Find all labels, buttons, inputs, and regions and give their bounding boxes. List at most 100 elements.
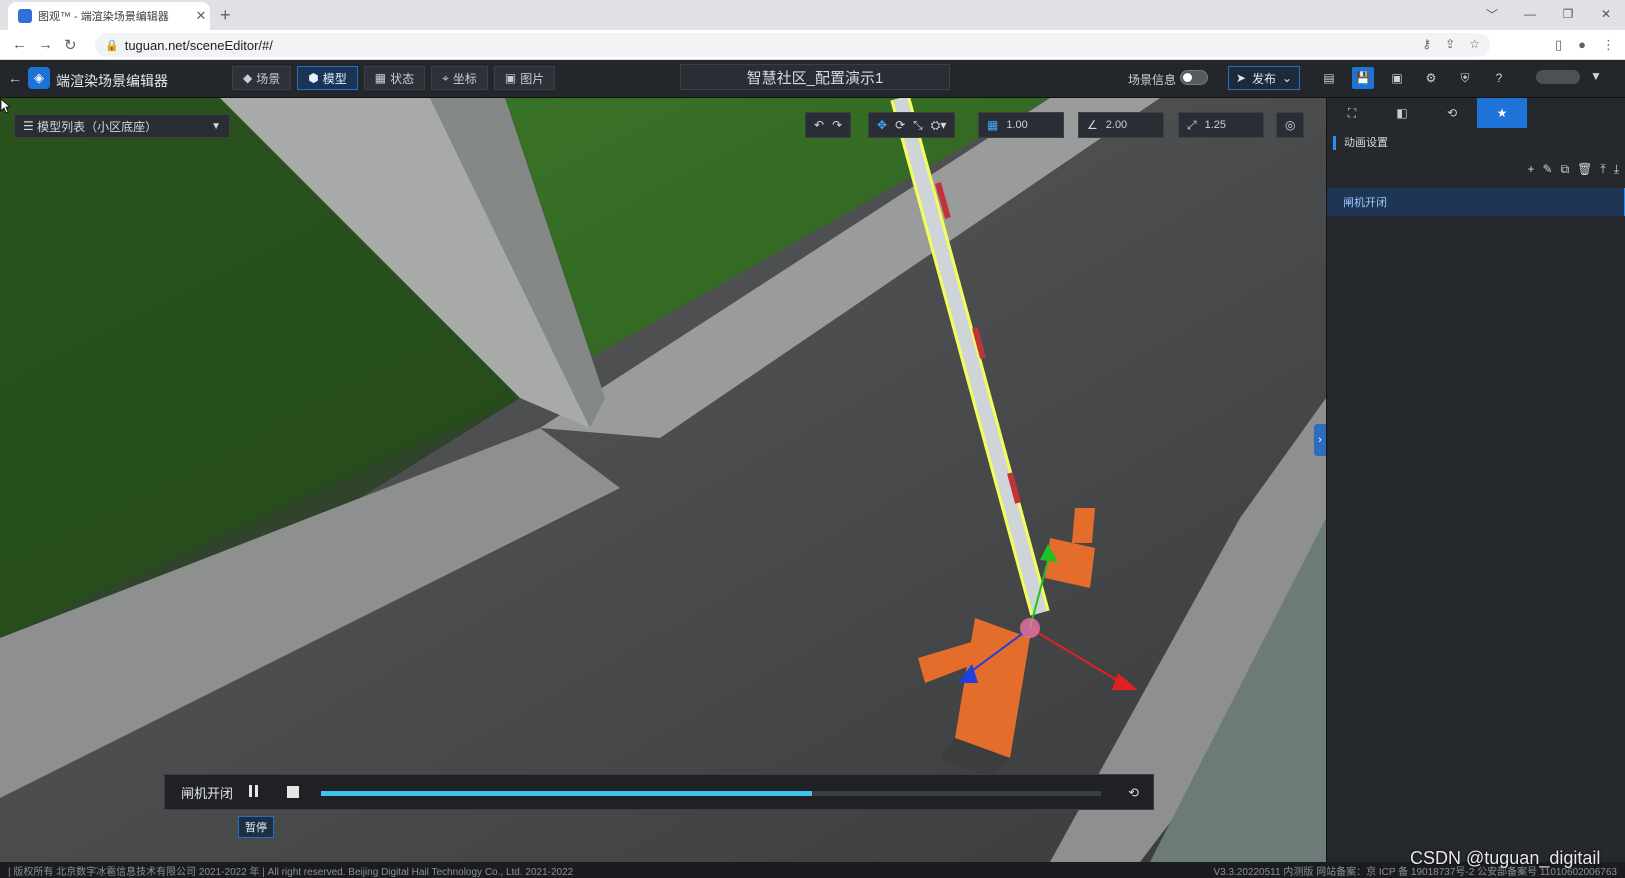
download-icon[interactable]: ⤓ (1614, 162, 1619, 177)
app-header: ← ◈ 端渲染场景编辑器 ◆ 场景 ⬢ 模型 ▦ 状态 ⌖ 坐标 ▣ 图片 智慧社区_配置… (0, 60, 1625, 98)
stop-button[interactable] (287, 786, 300, 798)
url-text: tuguan.net/sceneEditor/#/ (124, 37, 273, 53)
transform-buttons: ✥ ⟳ ⤡ ⛭▾ (868, 112, 956, 138)
redo-icon[interactable]: ↷ (832, 118, 842, 132)
list-icon: ☰ (23, 119, 38, 133)
3d-viewport[interactable]: ☰ 模型列表（小区底座） ▼ ↶ ↷ ✥ ⟳ ⤡ ⛭▾ ▦ 1.00 ∠ 2.0… (0, 98, 1326, 862)
close-window-button[interactable]: ✕ (1587, 0, 1625, 28)
pause-tooltip: 暂停 (238, 816, 274, 838)
grid-snap-icon: ▦ (987, 118, 999, 132)
tab-scene[interactable]: ◆ 场景 (232, 66, 292, 90)
progress-track[interactable] (321, 791, 1101, 796)
pin-icon: ⌖ (442, 70, 449, 85)
loop-icon[interactable]: ⟲ (1128, 785, 1139, 801)
mouse-pointer-icon (0, 98, 10, 114)
grid-snap-value: 1.00 (1006, 119, 1028, 131)
material-tab-icon[interactable]: ◧ (1377, 98, 1427, 128)
window-controls: ﹀ — ❐ ✕ (1473, 0, 1625, 28)
browser-toolbar: ← → ↻ 🔒 tuguan.net/sceneEditor/#/ ⚷ ⇪ ☆ … (0, 30, 1625, 60)
copyright-text: | 版权所有 北京数字冰雹信息技术有限公司 2021-2022 年 | All … (8, 866, 574, 878)
app-logo-icon: ◈ (28, 67, 50, 89)
delete-icon[interactable]: 🗑 (1577, 162, 1592, 177)
tab-state-label: 状态 (390, 71, 415, 86)
hierarchy-tab-icon[interactable]: ⛶ (1327, 98, 1377, 128)
undo-redo-group: ↶ ↷ (805, 112, 852, 138)
animation-settings-title: 动画设置 (1333, 136, 1625, 150)
preview-icon[interactable]: ▣ (1386, 67, 1408, 89)
scene-render (0, 98, 1326, 862)
tab-scene-label: 场景 (256, 71, 281, 86)
scene-info-toggle[interactable] (1180, 70, 1208, 85)
expand-icon: ⤢ (1187, 117, 1197, 132)
right-panel-tabs: ⛶ ◧ ⟲ ★ (1327, 98, 1625, 128)
model-list-label: 模型列表（小区底座） (37, 119, 158, 134)
angle-snap-field[interactable]: ∠ 2.00 (1078, 112, 1164, 138)
right-panel: ⛶ ◧ ⟲ ★ 动画设置 + ✎ ⧉ 🗑 ⤒ ⤓ 闸机开闭 (1326, 98, 1625, 862)
pause-button[interactable] (249, 785, 261, 799)
tab-search-button[interactable]: ﹀ (1473, 0, 1511, 28)
footer: | 版权所有 北京数字冰雹信息技术有限公司 2021-2022 年 | All … (0, 862, 1625, 878)
tab-model[interactable]: ⬢ 模型 (297, 66, 358, 90)
undo-icon[interactable]: ↶ (814, 118, 824, 132)
forward-arrow-icon[interactable]: → (38, 36, 53, 53)
archive-icon[interactable]: ▤ (1318, 67, 1340, 89)
restore-button[interactable]: ❐ (1549, 0, 1587, 28)
publish-button[interactable]: ➤ 发布 ⌄ (1228, 66, 1300, 90)
upload-icon[interactable]: ⤒ (1600, 162, 1605, 177)
snap-dropdown-icon[interactable]: ⛭▾ (931, 118, 947, 133)
edit-icon[interactable]: ✎ (1543, 162, 1553, 177)
new-tab-button[interactable]: + (220, 5, 231, 26)
animation-player: 闸机开闭 ⟲ (164, 774, 1154, 810)
share-icon[interactable]: ⇪ (1445, 37, 1455, 51)
help-icon[interactable]: ? (1488, 67, 1510, 89)
publish-label: 发布 (1251, 71, 1276, 86)
tab-model-label: 模型 (322, 71, 347, 86)
browser-tab[interactable]: 图观™ - 端渲染场景编辑器 ✕ (8, 2, 210, 30)
tab-state[interactable]: ▦ 状态 (363, 66, 426, 90)
back-arrow-icon[interactable]: ← (12, 36, 27, 53)
omnibox-actions: ⚷ ⇪ ☆ (1422, 37, 1480, 51)
grid-snap-field[interactable]: ▦ 1.00 (978, 112, 1064, 138)
profile-icon[interactable]: ● (1578, 37, 1586, 53)
scene-info-label: 场景信息 (1128, 73, 1177, 87)
reload-icon[interactable]: ↻ (64, 36, 77, 54)
side-panel-icon[interactable]: ▯ (1555, 37, 1562, 53)
tab-image[interactable]: ▣ 图片 (493, 66, 556, 90)
tab-coordinate-label: 坐标 (452, 71, 477, 86)
move-icon[interactable]: ✥ (877, 118, 887, 132)
rotate-icon[interactable]: ⟳ (895, 118, 905, 132)
key-icon[interactable]: ⚷ (1422, 37, 1431, 51)
app-title: 端渲染场景编辑器 (56, 73, 168, 89)
scale-tool-icon[interactable]: ⤡ (913, 118, 923, 133)
tab-coordinate[interactable]: ⌖ 坐标 (431, 66, 488, 90)
save-icon[interactable]: 💾 (1352, 67, 1374, 89)
focus-button[interactable]: ◎ (1276, 112, 1305, 138)
transform-group: ✥ ⟳ ⤡ ⛭▾ (868, 112, 956, 138)
back-icon[interactable]: ← (8, 70, 22, 86)
settings-icon[interactable]: ⚙ (1420, 67, 1442, 89)
shield-icon[interactable]: ⛨ (1454, 67, 1476, 89)
grid-icon: ▦ (374, 71, 387, 85)
address-bar[interactable]: 🔒 tuguan.net/sceneEditor/#/ ⚷ ⇪ ☆ (95, 33, 1490, 57)
animation-list-item[interactable]: 闸机开闭 (1327, 188, 1625, 216)
scene-title[interactable]: 智慧社区_配置演示1 (680, 64, 950, 90)
star-icon[interactable]: ☆ (1469, 37, 1480, 51)
model-list-dropdown[interactable]: ☰ 模型列表（小区底座） ▼ (14, 114, 230, 138)
transform-tab-icon[interactable]: ⟲ (1427, 98, 1477, 128)
add-icon[interactable]: + (1527, 162, 1534, 177)
menu-kebab-icon[interactable]: ⋮ (1602, 37, 1615, 53)
minimize-button[interactable]: — (1511, 0, 1549, 28)
animation-tab-icon[interactable]: ★ (1477, 98, 1527, 128)
panel-collapse-handle[interactable]: › (1314, 424, 1326, 456)
scale-snap-field[interactable]: ⤢ 1.25 (1178, 112, 1264, 138)
target-icon: ◎ (1285, 118, 1296, 132)
progress-fill (321, 791, 813, 796)
animation-name: 闸机开闭 (181, 785, 234, 801)
scale-snap-value: 1.25 (1204, 119, 1227, 131)
cube-icon: ⬢ (308, 71, 319, 85)
copy-icon[interactable]: ⧉ (1561, 162, 1570, 177)
user-menu-caret-icon[interactable]: ▼ (1590, 69, 1602, 83)
angle-snap-value: 2.00 (1105, 119, 1128, 131)
close-tab-icon[interactable]: ✕ (192, 8, 210, 24)
user-name-blurred[interactable] (1536, 70, 1580, 84)
